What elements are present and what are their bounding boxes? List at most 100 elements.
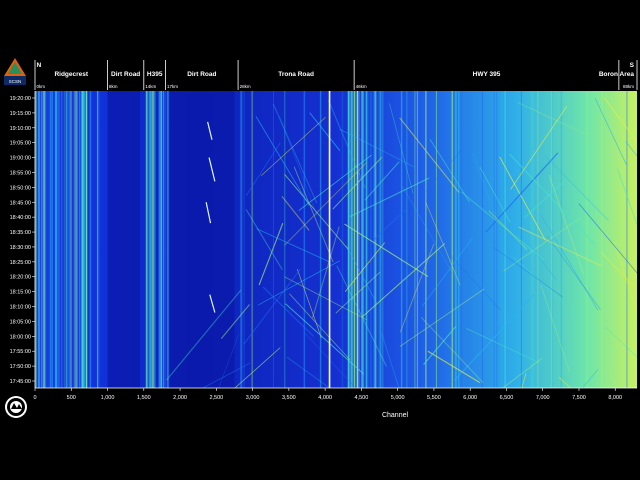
channel-stripe <box>353 91 355 388</box>
channel-stripe <box>532 91 534 388</box>
channel-stripe <box>39 91 41 388</box>
y-tick-label: 19:15:00 <box>10 111 31 117</box>
section-km-label: 0km <box>37 84 46 89</box>
channel-stripe <box>496 91 498 388</box>
channel-stripe <box>43 91 46 388</box>
marker-line <box>328 91 331 388</box>
channel-stripe <box>78 91 81 388</box>
y-tick-label: 18:30:00 <box>10 245 31 251</box>
channel-stripe <box>382 91 384 388</box>
section-label: Trona Road <box>278 71 314 78</box>
y-tick-label: 17:50:00 <box>10 364 31 370</box>
x-tick-label: 500 <box>67 395 76 401</box>
channel-stripe <box>601 91 603 388</box>
channel-stripe <box>435 91 438 388</box>
channel-stripe <box>84 91 85 388</box>
channel-stripe <box>586 91 588 388</box>
x-tick-label: 7,500 <box>572 395 586 401</box>
channel-stripe <box>166 91 169 388</box>
section-label: Dirt Road <box>111 71 140 78</box>
channel-stripe <box>347 91 349 388</box>
channel-stripe <box>501 91 503 388</box>
scsn-logo: SCSN <box>4 58 26 85</box>
x-tick-label: 2,500 <box>209 395 223 401</box>
channel-stripe <box>163 91 166 388</box>
quiet-zone <box>169 91 235 388</box>
channel-stripe <box>97 91 98 388</box>
channel-stripe <box>380 91 383 388</box>
channel-stripe <box>61 91 63 388</box>
channel-stripe <box>89 91 92 388</box>
channel-stripe <box>455 91 457 388</box>
y-axis: 19:20:00 19:15:00 19:10:00 19:05:00 19:00:00… <box>10 91 36 388</box>
channel-stripe <box>356 91 358 388</box>
y-tick-label: 17:45:00 <box>10 379 31 385</box>
channel-stripe <box>66 91 68 388</box>
section-km-label: 88km <box>623 84 634 89</box>
channel-stripe <box>530 91 533 388</box>
y-tick-label: 18:50:00 <box>10 185 31 191</box>
channel-stripe <box>85 91 87 388</box>
channel-stripe <box>38 91 40 388</box>
y-tick-label: 18:05:00 <box>10 319 31 325</box>
channel-stripe <box>425 91 427 388</box>
channel-stripe <box>359 91 361 388</box>
x-tick-label: 3,000 <box>246 395 260 401</box>
channel-stripe <box>43 91 44 388</box>
channel-stripe <box>481 91 483 388</box>
channel-stripe <box>41 91 43 388</box>
channel-stripe <box>273 91 274 388</box>
section-km-label: 14km <box>145 84 156 89</box>
y-tick-label: 19:05:00 <box>10 141 31 147</box>
y-tick-label: 19:20:00 <box>10 96 31 102</box>
y-tick-label: 18:00:00 <box>10 334 31 340</box>
x-axis-title: Channel <box>382 412 409 419</box>
das-waterfall-figure: SCSN Ridgecrest 0km N Dirt Road 8km H395 14km D… <box>4 58 638 419</box>
channel-stripe <box>75 91 77 388</box>
x-tick-label: 6,000 <box>463 395 477 401</box>
y-tick-label: 19:10:00 <box>10 126 31 132</box>
channel-stripe <box>552 91 554 388</box>
channel-stripe <box>422 91 424 388</box>
x-tick-label: 8,000 <box>608 395 622 401</box>
channel-stripe <box>560 91 563 388</box>
section-label: HWY 395 <box>473 71 501 78</box>
channel-stripe <box>303 91 305 388</box>
section-label: Ridgecrest <box>54 71 88 78</box>
channel-stripe <box>550 91 552 388</box>
channel-stripe <box>378 91 380 388</box>
channel-stripe <box>97 91 99 388</box>
seal-icon <box>5 396 27 418</box>
channel-stripe <box>626 91 628 388</box>
x-tick-label: 1,000 <box>101 395 115 401</box>
x-tick-label: 2,000 <box>173 395 187 401</box>
section-header: Ridgecrest 0km N Dirt Road 8km H395 14km Dirt R… <box>34 60 638 90</box>
y-tick-label: 18:45:00 <box>10 200 31 206</box>
x-tick-label: 4,500 <box>355 395 369 401</box>
x-tick-label: 7,000 <box>536 395 550 401</box>
x-axis: 0 500 1,000 1,500 2,000 2,500 3,000 3,500 4,000 4… <box>33 387 637 401</box>
x-tick-label: 4,000 <box>318 395 332 401</box>
channel-stripe <box>151 91 153 388</box>
channel-stripe <box>73 91 75 388</box>
channel-stripe <box>366 91 368 388</box>
compass-label: N <box>37 62 42 69</box>
channel-stripe <box>57 91 60 388</box>
channel-stripe <box>89 91 90 388</box>
y-tick-label: 18:10:00 <box>10 305 31 311</box>
compass-label: S <box>630 62 635 69</box>
channel-stripe <box>98 91 101 388</box>
x-tick-label: 3,500 <box>282 395 296 401</box>
x-tick-label: 5,500 <box>427 395 441 401</box>
channel-stripe <box>460 91 462 388</box>
x-tick-label: 6,500 <box>500 395 514 401</box>
channel-stripe <box>70 91 72 388</box>
y-tick-label: 18:55:00 <box>10 170 31 176</box>
y-tick-label: 18:25:00 <box>10 260 31 266</box>
channel-stripe <box>363 91 365 388</box>
section-label: Dirt Road <box>187 71 216 78</box>
channel-stripe <box>537 91 539 388</box>
section-label: H395 <box>147 71 163 78</box>
channel-stripe <box>51 91 54 388</box>
channel-stripe <box>406 91 408 388</box>
